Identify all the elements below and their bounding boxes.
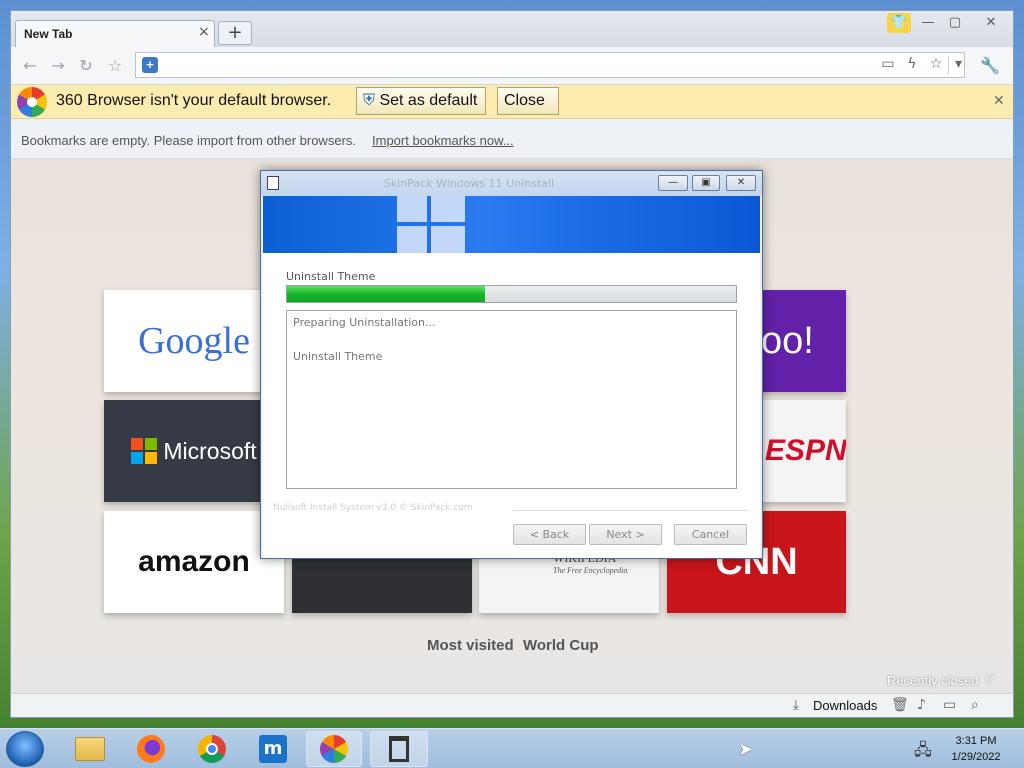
section-label: Uninstall Theme [286, 270, 376, 283]
back-icon[interactable]: ← [19, 55, 41, 77]
dropdown-icon[interactable]: ▾ [948, 56, 968, 74]
device-icon[interactable]: ▭ [943, 697, 956, 713]
dialog-title: SkinPack Windows 11 Uninstall [383, 177, 555, 190]
shield-icon: ⛨ [363, 92, 376, 109]
default-browser-bar: 360 Browser isn't your default browser. … [11, 85, 1013, 119]
next-button[interactable]: Next > [589, 524, 662, 545]
google-logo: Google [138, 320, 250, 362]
wikipedia-tagline: The Free Encyclopedia [553, 566, 628, 575]
dialog-title-bar: SkinPack Windows 11 Uninstall — ▣ ✕ [261, 171, 762, 196]
360-logo-icon [17, 87, 47, 117]
progress-bar [286, 285, 737, 303]
maximize-button[interactable]: ▢ [943, 13, 967, 33]
tile-amazon[interactable]: amazon [104, 511, 284, 613]
tab-most-visited[interactable]: Most visited [427, 637, 514, 654]
tile-google[interactable]: Google [104, 290, 284, 392]
chevron-down-icon[interactable]: ▽ [985, 673, 993, 686]
skin-icon[interactable]: 👕 [887, 13, 911, 33]
bookmark-star-icon[interactable]: ☆ [926, 56, 946, 74]
taskbar: m ➤ 🖧 3:31 PM 1/29/2022 [0, 728, 1024, 768]
title-bar: New Tab × + 👕 — ▢ ✕ [11, 11, 1013, 47]
start-button[interactable] [6, 731, 44, 767]
progress-fill [287, 286, 485, 302]
screen-icon[interactable]: ▭ [878, 56, 898, 74]
clock[interactable]: 3:31 PM 1/29/2022 [940, 733, 1012, 765]
navigation-toolbar: ← → ↻ ☆ + ▭ ϟ ☆ ▾ 🔧 [11, 47, 1013, 85]
status-bar: ⤓ Downloads 🗑 ♪ ▭ ⌕ [11, 693, 1013, 717]
set-default-button[interactable]: ⛨ Set as default [356, 87, 486, 115]
forward-icon[interactable]: → [47, 55, 69, 77]
set-default-label: Set as default [379, 92, 478, 109]
close-icon[interactable]: ✕ [993, 93, 1005, 109]
refresh-icon[interactable]: ↻ [75, 55, 97, 77]
log-line: Uninstall Theme [293, 350, 383, 363]
bookmarks-empty-text: Bookmarks are empty. Please import from … [21, 133, 356, 148]
download-icon: ⤓ [793, 698, 799, 713]
network-icon[interactable]: 🖧 [914, 739, 932, 766]
file-explorer-icon[interactable] [62, 731, 118, 767]
360-browser-taskbar-icon[interactable] [306, 731, 362, 767]
shield-icon: + [142, 57, 158, 73]
firefox-icon[interactable] [123, 731, 179, 767]
close-bar-button[interactable]: Close [497, 87, 559, 115]
divider [513, 510, 749, 511]
recently-closed-link[interactable]: Recently closed [887, 673, 979, 688]
bookmarks-bar: Bookmarks are empty. Please import from … [11, 119, 1013, 159]
clock-date: 1/29/2022 [951, 751, 1001, 763]
windows-logo-icon [397, 196, 427, 222]
star-icon[interactable]: ☆ [104, 55, 126, 77]
downloads-button[interactable]: Downloads [813, 698, 877, 713]
clock-time: 3:31 PM [955, 735, 997, 747]
new-tab-button[interactable]: + [218, 21, 252, 45]
trash-icon[interactable]: 🗑 [891, 697, 909, 713]
address-bar[interactable]: + ▭ ϟ ☆ ▾ [135, 52, 965, 78]
tab-world-cup[interactable]: World Cup [523, 637, 599, 654]
tab-close-button[interactable]: × [198, 24, 210, 40]
import-bookmarks-link[interactable]: Import bookmarks now... [372, 133, 514, 148]
tools-icon[interactable]: 🔧 [979, 55, 1001, 77]
dialog-minimize-button[interactable]: — [658, 175, 688, 191]
lightning-icon[interactable]: ϟ [902, 56, 922, 74]
zoom-icon[interactable]: ⌕ [971, 697, 979, 713]
uninstall-dialog: SkinPack Windows 11 Uninstall — ▣ ✕ Unin… [260, 170, 763, 559]
uninstaller-taskbar-icon[interactable] [370, 731, 428, 767]
dialog-body: Uninstall Theme Preparing Uninstallation… [263, 253, 760, 558]
log-box[interactable]: Preparing Uninstallation... Uninstall Th… [286, 310, 737, 489]
notification-text: 360 Browser isn't your default browser. [56, 92, 332, 109]
microsoft-logo-icon [131, 438, 158, 464]
back-button[interactable]: < Back [513, 524, 586, 545]
log-line: Preparing Uninstallation... [293, 316, 436, 329]
microsoft-label: Microsoft [163, 437, 257, 464]
mouse-cursor-icon: ➤ [738, 739, 754, 760]
amazon-logo: amazon [138, 545, 250, 578]
tab-new-tab[interactable]: New Tab × [15, 20, 215, 47]
copyright-text: Nullsoft Install System v3.0 © SkinPack.… [273, 503, 473, 513]
speaker-icon[interactable]: ♪ [917, 697, 926, 713]
minimize-button[interactable]: — [916, 13, 940, 33]
chrome-icon[interactable] [184, 731, 240, 767]
tab-title: New Tab [24, 27, 73, 41]
windows-banner [263, 196, 760, 253]
window-close-button[interactable]: ✕ [979, 13, 1003, 33]
tile-microsoft[interactable]: Microsoft [104, 400, 284, 502]
cancel-button[interactable]: Cancel [674, 524, 747, 545]
dialog-close-button[interactable]: ✕ [726, 175, 756, 191]
dialog-restore-button[interactable]: ▣ [692, 175, 720, 191]
maxthon-icon[interactable]: m [245, 731, 301, 767]
